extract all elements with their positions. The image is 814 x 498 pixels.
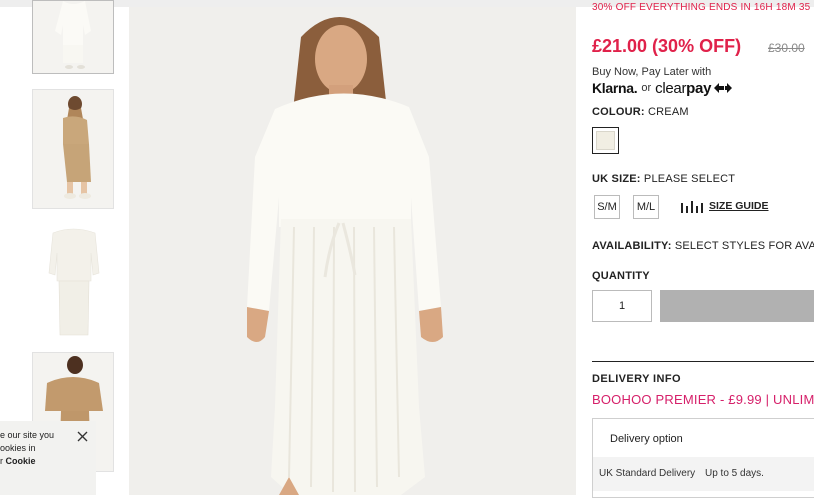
add-to-bag-button[interactable] bbox=[660, 290, 814, 322]
quantity-input[interactable]: 1 bbox=[592, 290, 652, 322]
delivery-option-header: Delivery option bbox=[610, 433, 683, 445]
clearpay-arrows-icon bbox=[714, 83, 733, 93]
colour-label: COLOUR: bbox=[592, 106, 645, 118]
delivery-table: Delivery option UK Standard Delivery Up … bbox=[592, 418, 814, 498]
colour-row: COLOUR: CREAM bbox=[592, 106, 689, 118]
bnpl-text: Buy Now, Pay Later with bbox=[592, 66, 712, 78]
clearpay-logo[interactable]: clearpay bbox=[655, 80, 711, 97]
ruler-icon bbox=[681, 201, 703, 213]
cookie-policy-link[interactable]: Cookie bbox=[6, 456, 36, 466]
availability-row: AVAILABILITY: SELECT STYLES FOR AVA bbox=[592, 240, 814, 252]
size-button-s-m[interactable]: S/M bbox=[594, 195, 620, 219]
swatch-fill bbox=[596, 131, 615, 150]
availability-value: SELECT STYLES FOR AVA bbox=[674, 240, 814, 252]
size-button-m-l[interactable]: M/L bbox=[633, 195, 659, 219]
colour-value: CREAM bbox=[648, 106, 689, 118]
cookie-text: e our site you ookies in r Cookie bbox=[0, 430, 55, 466]
thumbnail-back[interactable] bbox=[32, 89, 114, 209]
divider bbox=[592, 361, 814, 362]
model-photo-illustration bbox=[129, 7, 576, 495]
delivery-time: Up to 5 days. bbox=[705, 468, 764, 479]
close-icon[interactable] bbox=[76, 430, 89, 443]
premier-link[interactable]: BOOHOO PREMIER - £9.99 | UNLIMI bbox=[592, 392, 814, 407]
size-value: PLEASE SELECT bbox=[643, 173, 736, 185]
cookie-notice: e our site you ookies in r Cookie bbox=[0, 421, 96, 495]
bnpl-logos: Klarna. or clearpay bbox=[592, 79, 733, 97]
bnpl-or: or bbox=[641, 82, 652, 94]
klarna-logo[interactable]: Klarna. bbox=[592, 80, 638, 96]
main-product-image[interactable] bbox=[129, 7, 576, 495]
size-guide-link[interactable]: SIZE GUIDE bbox=[709, 200, 769, 212]
thumbnail-front[interactable] bbox=[32, 0, 114, 74]
price: £21.00 (30% OFF) bbox=[592, 36, 742, 56]
availability-label: AVAILABILITY: bbox=[592, 240, 672, 252]
colour-swatch-cream[interactable] bbox=[592, 127, 619, 154]
delivery-row: UK Standard Delivery Up to 5 days. bbox=[593, 457, 814, 491]
delivery-info-title: DELIVERY INFO bbox=[592, 373, 681, 385]
quantity-label: QUANTITY bbox=[592, 270, 650, 282]
size-label: UK SIZE: bbox=[592, 173, 641, 185]
old-price: £30.00 bbox=[768, 41, 805, 55]
delivery-method: UK Standard Delivery bbox=[599, 468, 696, 479]
size-row: UK SIZE: PLEASE SELECT bbox=[592, 173, 735, 185]
thumbnail-flat-lay[interactable] bbox=[32, 222, 114, 342]
promo-banner: 30% OFF EVERYTHING ENDS IN 16H 18M 35 bbox=[592, 2, 811, 13]
